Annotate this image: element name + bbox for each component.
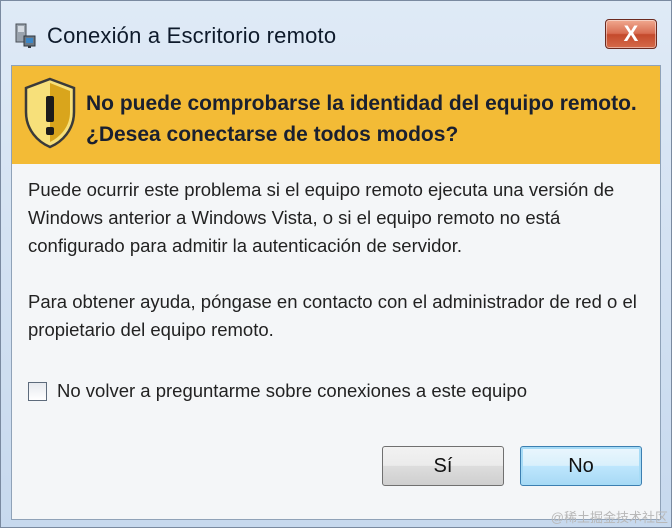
window-title: Conexión a Escritorio remoto [47,23,337,48]
warning-banner: No puede comprobarse la identidad del eq… [12,66,660,164]
explanation-paragraph: Puede ocurrir este problema si el equipo… [28,179,615,256]
warning-line-2: ¿Desea conectarse de todos modos? [86,123,459,146]
shield-warning-icon [24,77,76,149]
warning-line-1: No puede comprobarse la identidad del eq… [86,92,637,115]
remote-desktop-icon [15,23,36,48]
help-paragraph: Para obtener ayuda, póngase en contacto … [28,291,637,340]
yes-button[interactable]: Sí [382,446,504,486]
title-bar[interactable]: Conexión a Escritorio remoto X [1,1,671,67]
close-icon: X [623,21,639,46]
warning-message: No puede comprobarse la identidad del eq… [86,88,646,150]
dont-ask-again-checkbox[interactable] [28,381,47,401]
dialog-window: Conexión a Escritorio remoto X No puede … [0,0,672,528]
dont-ask-again-label[interactable]: No volver a preguntarme sobre conexiones… [57,380,527,402]
no-button[interactable]: No [520,446,642,486]
dialog-content: No puede comprobarse la identidad del eq… [11,65,661,520]
close-button[interactable]: X [605,19,657,49]
watermark: @稀土掘金技术社区 [550,510,668,525]
dont-ask-again-row[interactable]: No volver a preguntarme sobre conexiones… [28,380,527,402]
